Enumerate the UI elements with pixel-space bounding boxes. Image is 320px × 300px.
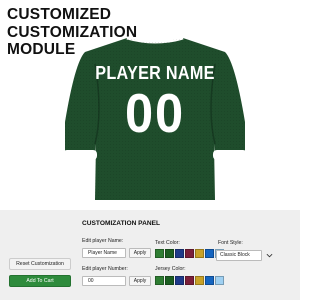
apply-number-button[interactable]: Apply (129, 276, 151, 286)
apply-name-button[interactable]: Apply (129, 248, 151, 258)
player-number-input[interactable]: 00 (82, 276, 126, 286)
jersey-player-name: PLAYER NAME (95, 63, 215, 83)
jersey-color-swatch[interactable] (165, 276, 174, 285)
jersey-color-swatch[interactable] (155, 276, 164, 285)
reset-customization-button[interactable]: Reset Customization (9, 258, 71, 270)
text-color-swatch[interactable] (205, 249, 214, 258)
jersey-color-swatch[interactable] (205, 276, 214, 285)
jersey-color-swatch[interactable] (195, 276, 204, 285)
text-color-label: Text Color: (155, 240, 180, 246)
jersey-sleeve-cuff-left (63, 150, 97, 160)
text-color-swatch[interactable] (195, 249, 204, 258)
text-color-swatch[interactable] (165, 249, 174, 258)
add-to-cart-button[interactable]: Add To Cart (9, 275, 71, 287)
jersey-player-number: 00 (125, 82, 185, 144)
page-title-line: CUSTOMIZED (7, 6, 112, 23)
text-color-swatch[interactable] (155, 249, 164, 258)
player-number-label: Edit player Number: (82, 266, 128, 272)
text-color-swatch[interactable] (175, 249, 184, 258)
jersey-color-swatch[interactable] (215, 276, 224, 285)
font-style-label: Font Style: (218, 240, 243, 246)
jersey-color-swatch[interactable] (175, 276, 184, 285)
font-style-select[interactable]: Classic Block (216, 250, 273, 261)
chevron-down-icon (266, 253, 273, 258)
jersey-color-label: Jersey Color: (155, 266, 186, 272)
jersey-color-swatch[interactable] (185, 276, 194, 285)
jersey-preview: PLAYER NAME 00 (55, 32, 255, 207)
font-style-value: Classic Block (220, 252, 250, 258)
player-name-label: Edit player Name: (82, 238, 124, 244)
panel-title: CUSTOMIZATION PANEL (82, 220, 161, 227)
player-name-input[interactable]: Player Name (82, 248, 126, 258)
jersey-sleeve-cuff-right (213, 150, 247, 160)
text-color-swatch[interactable] (185, 249, 194, 258)
